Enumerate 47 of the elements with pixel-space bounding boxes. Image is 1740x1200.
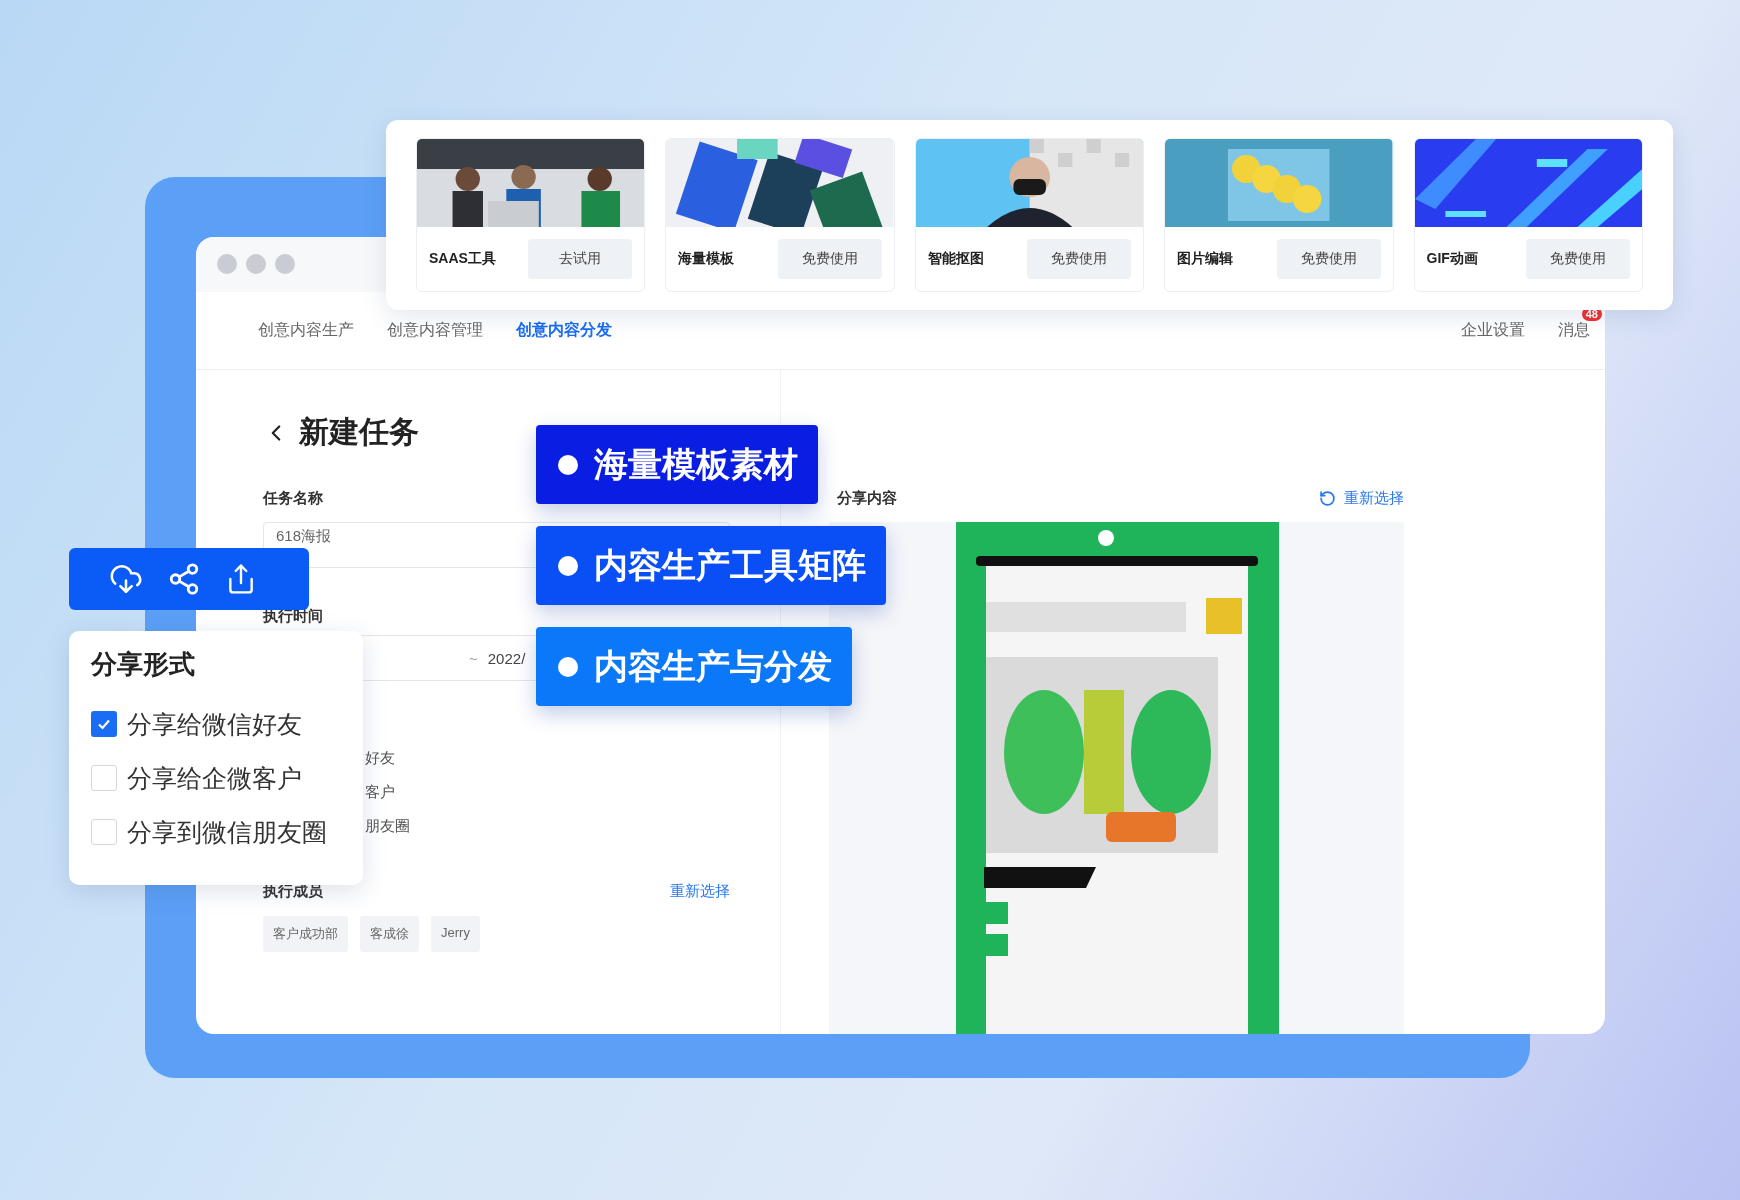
reselect-link[interactable]: 重新选择	[1319, 488, 1404, 508]
bullet-dot	[558, 454, 578, 475]
feature-text: 海量模板素材	[594, 443, 798, 485]
download-icon[interactable]	[109, 562, 143, 596]
reselect-link[interactable]: 重新选择	[670, 881, 730, 901]
checkbox[interactable]	[91, 711, 117, 737]
tool-name: 图片编辑	[1177, 250, 1234, 268]
end-date: 2022/	[487, 649, 526, 667]
option-label: 客户	[365, 783, 396, 802]
page-title: 新建任务	[299, 414, 419, 450]
try-button[interactable]: 免费使用	[1276, 239, 1381, 279]
window-dot	[275, 254, 295, 275]
field-label: 执行时间	[263, 605, 324, 626]
tool-name: SAAS工具	[429, 250, 496, 268]
option-label: 好友	[365, 749, 396, 768]
nav-link[interactable]: 企业设置	[1461, 320, 1525, 338]
field-label: 任务名称	[263, 487, 324, 508]
window-dot	[246, 254, 266, 275]
nav-tab[interactable]: 创意内容生产	[258, 319, 354, 341]
option-label: 分享给微信好友	[127, 708, 302, 740]
member-tag: 客成徐	[360, 916, 419, 952]
try-button[interactable]: 免费使用	[1526, 239, 1630, 279]
bullet-dot	[558, 555, 578, 576]
nav-link[interactable]: 消息	[1558, 320, 1590, 338]
member-tag: Jerry	[431, 916, 480, 952]
share-icon[interactable]	[167, 562, 201, 596]
try-button[interactable]: 免费使用	[777, 239, 882, 279]
refresh-icon	[1319, 489, 1336, 507]
nav-tab[interactable]: 创意内容管理	[387, 319, 483, 341]
bullet-dot	[558, 656, 578, 677]
tool-name: 智能抠图	[927, 250, 984, 268]
option-label: 朋友圈	[365, 817, 411, 836]
option-label: 分享给企微客户	[127, 762, 302, 794]
range-separator: ~	[469, 649, 478, 667]
checkbox[interactable]	[91, 819, 117, 845]
popup-title: 分享形式	[91, 648, 196, 681]
option-label: 分享到微信朋友圈	[127, 816, 327, 848]
nav-tab[interactable]: 创意内容分发	[516, 319, 612, 341]
section-label: 分享内容	[836, 488, 897, 508]
checkbox[interactable]	[91, 765, 117, 791]
tool-name: 海量模板	[678, 250, 735, 268]
window-dot	[217, 254, 237, 275]
try-button[interactable]: 免费使用	[1027, 239, 1132, 279]
tool-name: GIF动画	[1426, 250, 1478, 268]
feature-text: 内容生产与分发	[594, 645, 832, 687]
member-tag: 客户成功部	[263, 916, 348, 952]
try-button[interactable]: 去试用	[528, 239, 633, 279]
